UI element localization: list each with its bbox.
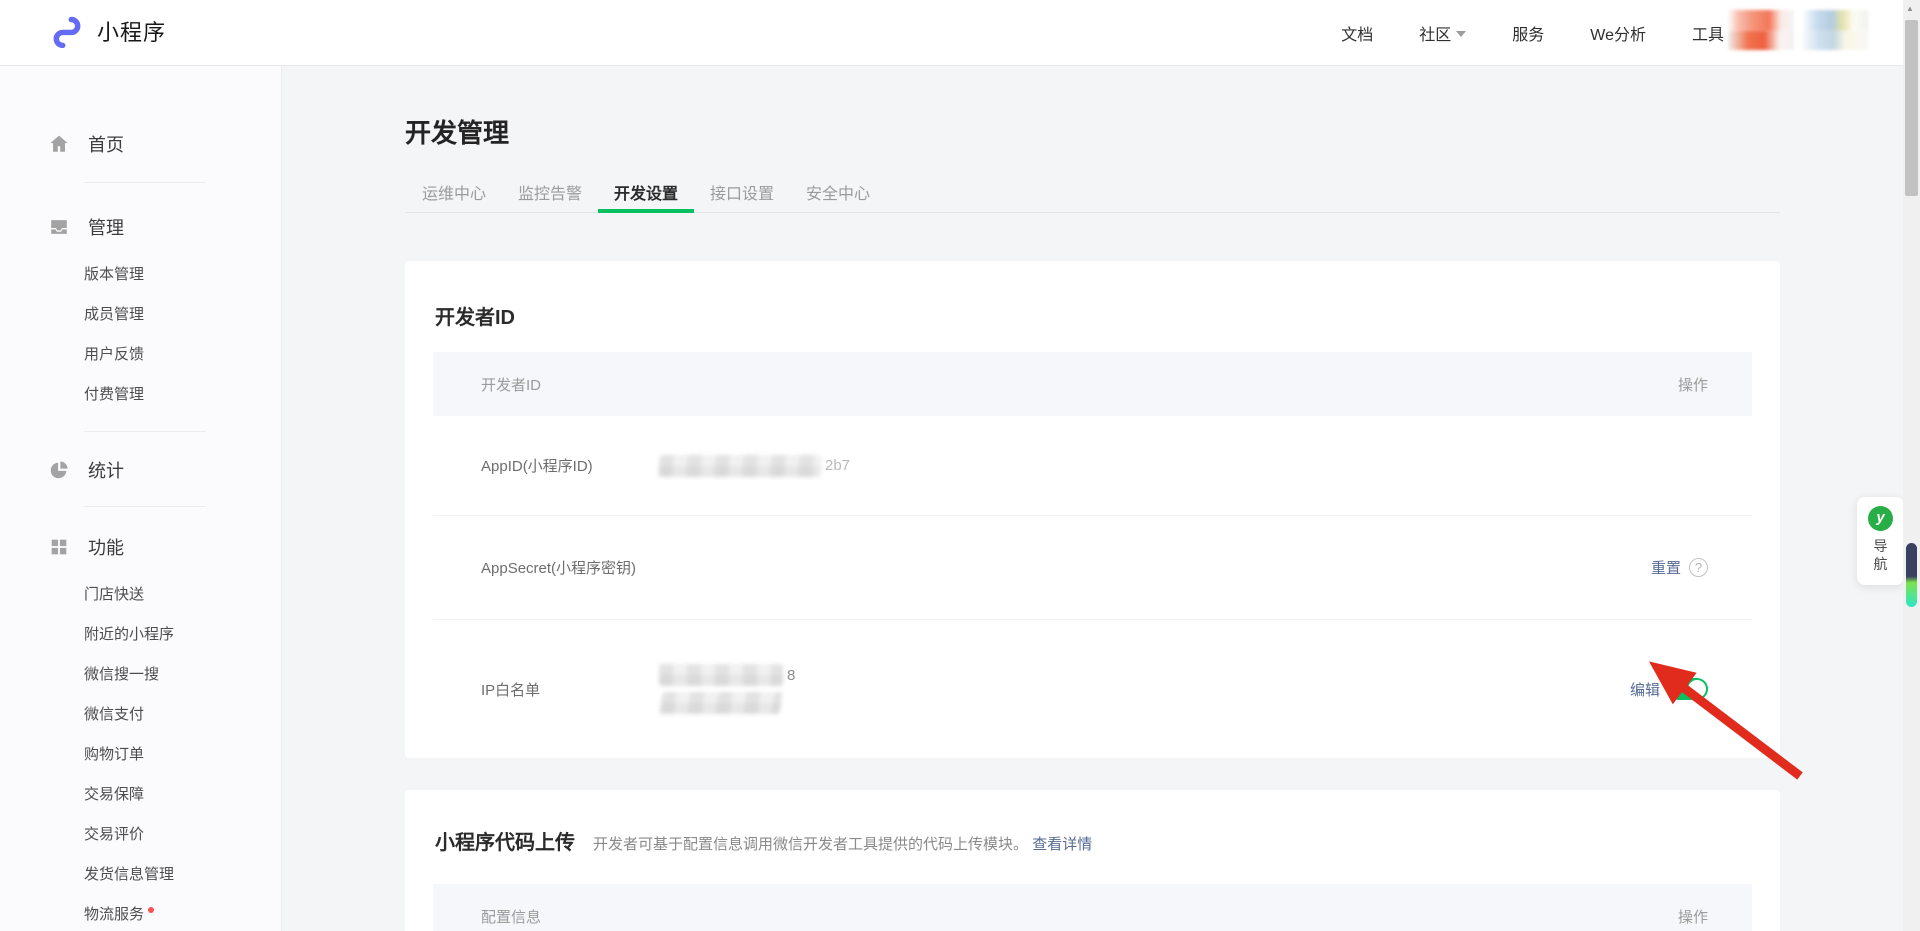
floating-nav-text-1: 导 <box>1874 538 1888 554</box>
table-row: IP白名单 8 编辑 <box>433 620 1752 758</box>
sidebar-item-shipping-info-manage[interactable]: 发货信息管理 <box>84 865 281 885</box>
code-upload-description: 开发者可基于配置信息调用微信开发者工具提供的代码上传模块。 <box>593 836 1028 853</box>
col-actions: 操作 <box>1678 374 1708 395</box>
sidebar-item-member-manage[interactable]: 成员管理 <box>84 305 281 325</box>
scroll-progress-indicator <box>1906 543 1917 607</box>
sidebar-item-nearby-miniprograms[interactable]: 附近的小程序 <box>84 625 281 645</box>
sidebar-item-wechat-search[interactable]: 微信搜一搜 <box>84 665 281 685</box>
sidebar-item-payment-manage[interactable]: 付费管理 <box>84 385 281 405</box>
tray-icon <box>48 216 70 238</box>
sidebar-item-statistics[interactable]: 统计 <box>48 456 281 484</box>
ip-whitelist-toggle[interactable] <box>1668 678 1708 700</box>
divider <box>84 506 206 507</box>
col-developer-id: 开发者ID <box>481 374 541 395</box>
floating-nav-widget[interactable]: y 导 航 <box>1857 497 1904 585</box>
tab-monitor-alert[interactable]: 监控告警 <box>502 180 598 212</box>
tab-dev-settings[interactable]: 开发设置 <box>598 180 694 212</box>
nav-we-analytics[interactable]: We分析 <box>1590 21 1646 45</box>
tab-api-settings[interactable]: 接口设置 <box>694 180 790 212</box>
col-config-info: 配置信息 <box>481 906 541 927</box>
ip-visible-suffix: 8 <box>787 667 795 684</box>
sidebar: 首页 管理 版本管理 成员管理 用户反馈 付费管理 统计 <box>0 66 282 931</box>
view-details-link[interactable]: 查看详情 <box>1032 836 1092 853</box>
help-icon[interactable]: ? <box>1689 558 1708 577</box>
floating-nav-text-2: 航 <box>1874 556 1888 572</box>
developer-id-card: 开发者ID 开发者ID 操作 AppID(小程序ID) 2b7 AppSecre… <box>405 261 1780 758</box>
divider <box>84 431 206 432</box>
appid-value-redacted: 2b7 <box>659 455 1708 477</box>
appid-visible-suffix: 2b7 <box>825 457 850 474</box>
new-badge <box>148 907 154 913</box>
tab-ops-center[interactable]: 运维中心 <box>406 180 502 212</box>
nav-extension-icon: y <box>1868 506 1893 531</box>
grid-icon <box>48 536 70 558</box>
appsecret-label: AppSecret(小程序密钥) <box>481 557 659 578</box>
nav-docs[interactable]: 文档 <box>1341 21 1373 45</box>
tab-security-center[interactable]: 安全中心 <box>790 180 886 212</box>
sidebar-item-logistics-service[interactable]: 物流服务 <box>84 905 281 925</box>
col-actions: 操作 <box>1678 906 1708 927</box>
miniprogram-logo[interactable]: 小程序 <box>50 14 166 48</box>
ip-whitelist-label: IP白名单 <box>481 679 659 700</box>
page-title: 开发管理 <box>405 113 509 150</box>
pie-chart-icon <box>48 459 70 481</box>
sidebar-item-wechat-pay[interactable]: 微信支付 <box>84 705 281 725</box>
home-icon <box>48 133 70 155</box>
sidebar-item-manage[interactable]: 管理 <box>48 213 281 241</box>
sidebar-item-trade-guarantee[interactable]: 交易保障 <box>84 785 281 805</box>
toggle-knob <box>1688 680 1706 698</box>
edit-ip-whitelist-link[interactable]: 编辑 <box>1630 679 1660 700</box>
nav-community[interactable]: 社区 <box>1419 21 1466 45</box>
appid-label: AppID(小程序ID) <box>481 455 659 476</box>
code-upload-card: 小程序代码上传 开发者可基于配置信息调用微信开发者工具提供的代码上传模块。 查看… <box>405 790 1780 931</box>
miniprogram-logo-icon <box>50 14 84 48</box>
top-nav: 文档 社区 服务 We分析 工具 <box>1341 0 1724 66</box>
redacted-value <box>659 664 783 686</box>
sidebar-item-user-feedback[interactable]: 用户反馈 <box>84 345 281 365</box>
nav-tools[interactable]: 工具 <box>1692 21 1724 45</box>
redacted-value <box>659 692 782 714</box>
scrollbar-thumb[interactable] <box>1905 20 1918 196</box>
table-row: AppID(小程序ID) 2b7 <box>433 416 1752 516</box>
scrollbar-track[interactable] <box>1903 0 1920 931</box>
ip-whitelist-values-redacted: 8 <box>659 664 1630 714</box>
reset-secret-link[interactable]: 重置 <box>1651 557 1681 578</box>
code-upload-title: 小程序代码上传 <box>435 826 575 855</box>
sidebar-item-home[interactable]: 首页 <box>48 130 281 158</box>
scroll-up-arrow-icon[interactable] <box>1906 4 1914 13</box>
table-header: 配置信息 操作 <box>433 884 1752 931</box>
redacted-value <box>658 455 822 477</box>
redacted-avatar[interactable] <box>1802 10 1868 50</box>
table-row: AppSecret(小程序密钥) 重置 ? <box>433 516 1752 620</box>
redacted-account-badge[interactable] <box>1728 10 1794 50</box>
tab-bar: 运维中心 监控告警 开发设置 接口设置 安全中心 <box>406 180 1780 213</box>
account-area <box>1728 10 1868 50</box>
sidebar-item-features[interactable]: 功能 <box>48 533 281 561</box>
logo-text: 小程序 <box>97 15 166 47</box>
developer-id-title: 开发者ID <box>435 301 515 330</box>
nav-services[interactable]: 服务 <box>1512 21 1544 45</box>
sidebar-item-store-delivery[interactable]: 门店快送 <box>84 585 281 605</box>
top-header: 小程序 文档 社区 服务 We分析 工具 <box>0 0 1920 66</box>
table-header: 开发者ID 操作 <box>433 352 1752 416</box>
sidebar-item-version-manage[interactable]: 版本管理 <box>84 265 281 285</box>
wechat-miniprogram-console: 小程序 文档 社区 服务 We分析 工具 首页 管理 <box>0 0 1920 931</box>
sidebar-item-trade-review[interactable]: 交易评价 <box>84 825 281 845</box>
chevron-down-icon <box>1456 31 1466 37</box>
divider <box>84 182 206 183</box>
sidebar-item-shopping-orders[interactable]: 购物订单 <box>84 745 281 765</box>
